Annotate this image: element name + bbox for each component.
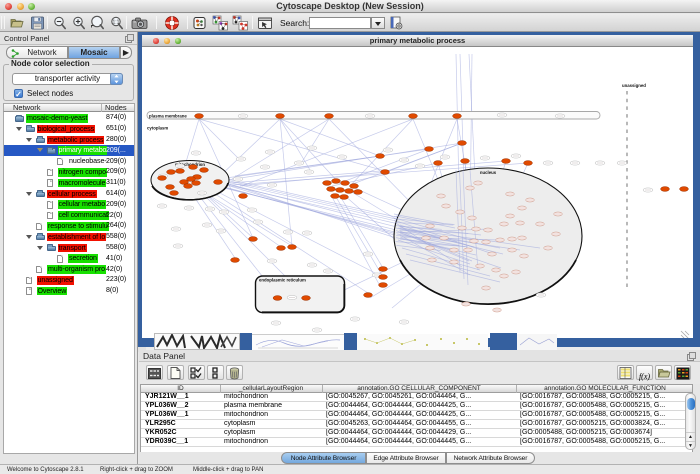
svg-text:endoplasmic reticulum: endoplasmic reticulum (259, 278, 306, 283)
svg-text:plasma membrane: plasma membrane (149, 114, 187, 119)
svg-text:unassigned: unassigned (622, 83, 646, 88)
svg-text:nucleus: nucleus (480, 170, 497, 175)
svg-text:1:1: 1:1 (113, 20, 120, 26)
svg-text:cytoplasm: cytoplasm (147, 126, 168, 131)
